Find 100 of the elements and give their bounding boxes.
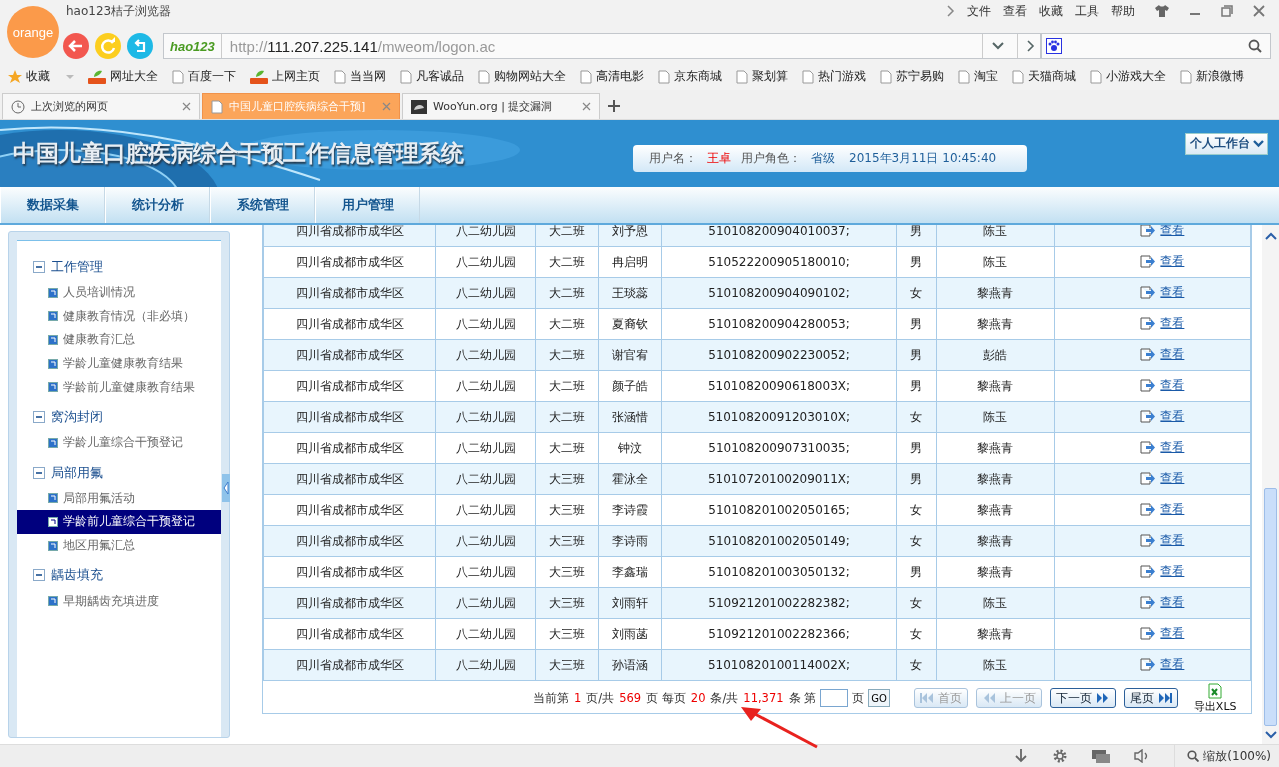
browser-tab[interactable]: 上次浏览的网页	[2, 93, 200, 119]
table-cell: 510522200905180010;	[661, 246, 897, 278]
page-input[interactable]	[820, 689, 849, 707]
page-icon	[880, 69, 892, 84]
view-link[interactable]: 查看	[1120, 563, 1185, 580]
download-icon[interactable]	[1014, 749, 1029, 763]
go-icon[interactable]	[1026, 39, 1036, 53]
view-link[interactable]: 查看	[1120, 470, 1185, 487]
sidebar-item[interactable]: 学龄前儿童综合干预登记	[17, 510, 221, 534]
back-icon[interactable]	[63, 33, 89, 59]
pager-button[interactable]: 下一页	[1049, 688, 1116, 708]
menu-item[interactable]: 帮助	[1111, 2, 1135, 20]
zoom-control[interactable]: 缩放(100%)	[1174, 745, 1279, 767]
table-cell: 冉启明	[598, 246, 662, 278]
workspace-dropdown[interactable]: 个人工作台	[1185, 132, 1268, 155]
collapse-handle[interactable]	[222, 474, 230, 502]
menu-group[interactable]: 龋齿填充	[17, 563, 221, 588]
pager-button[interactable]: 尾页	[1123, 688, 1178, 708]
sidebar-item[interactable]: 地区用氟汇总	[17, 533, 221, 558]
chevron-icon[interactable]	[947, 5, 955, 17]
menu-item[interactable]: 文件	[967, 2, 991, 20]
bookmark[interactable]: 购物网站大全	[478, 68, 566, 85]
sidebar-item[interactable]: 学龄儿童健康教育结果	[17, 351, 221, 376]
view-link[interactable]: 查看	[1120, 439, 1185, 456]
table-cell: 大二班	[535, 401, 599, 433]
settings-icon[interactable]	[1052, 748, 1069, 764]
view-link[interactable]: 查看	[1120, 501, 1185, 518]
view-link[interactable]: 查看	[1120, 346, 1185, 363]
sidebar-item[interactable]: 早期龋齿充填进度	[17, 589, 221, 613]
sidebar-item[interactable]: 健康教育汇总	[17, 328, 221, 352]
nav-tab[interactable]: 数据采集	[0, 187, 105, 223]
bookmark[interactable]: 上网主页	[250, 68, 320, 85]
bookmark[interactable]: 收藏	[8, 68, 74, 85]
table-cell: 大二班	[535, 339, 599, 371]
bookmark[interactable]: 京东商城	[658, 68, 722, 85]
export-button[interactable]: 导出XLS	[1193, 682, 1237, 714]
menu-group[interactable]: 局部用氟	[17, 460, 221, 485]
sidebar-item[interactable]: 学龄前儿童健康教育结果	[17, 375, 221, 399]
sidebar-item[interactable]: 局部用氟活动	[17, 486, 221, 511]
scrollbar[interactable]	[1262, 225, 1279, 744]
menu-item[interactable]: 工具	[1075, 2, 1099, 20]
undo-icon[interactable]	[127, 33, 153, 59]
view-link[interactable]: 查看	[1120, 594, 1185, 611]
bookmark[interactable]: 小游戏大全	[1090, 68, 1166, 85]
table-cell: 四川省成都市成华区	[263, 370, 436, 402]
view-link[interactable]: 查看	[1120, 284, 1185, 301]
search-field[interactable]	[1041, 33, 1271, 59]
arrow-icon	[1140, 410, 1157, 423]
shirt-icon[interactable]	[1155, 5, 1169, 17]
address-field[interactable]: hao123 http://111.207.225.141/mweom/logon.ac	[163, 33, 1041, 59]
menu-group[interactable]: 窝沟封闭	[17, 404, 221, 429]
bookmark[interactable]: 百度一下	[172, 68, 236, 85]
nav-tab[interactable]: 用户管理	[315, 187, 420, 223]
bookmark[interactable]: 凡客诚品	[400, 68, 464, 85]
menu-item[interactable]: 收藏	[1039, 2, 1063, 20]
view-link[interactable]: 查看	[1120, 532, 1185, 549]
close-icon[interactable]	[582, 102, 591, 111]
bookmark[interactable]: 淘宝	[958, 68, 998, 85]
view-link[interactable]: 查看	[1120, 253, 1185, 270]
sidebar-item[interactable]: 学龄儿童综合干预登记	[17, 430, 221, 455]
screen-icon[interactable]	[1092, 749, 1111, 763]
close-icon[interactable]	[182, 102, 191, 111]
restore-icon[interactable]	[1221, 5, 1233, 17]
pager-label: 条/共	[710, 690, 739, 706]
table-cell: 黎燕青	[936, 370, 1055, 402]
table-cell: 刘雨轩	[598, 587, 662, 619]
bookmark[interactable]: 当当网	[334, 68, 386, 85]
table-cell: 八二幼儿园	[435, 432, 536, 464]
view-link[interactable]: 查看	[1120, 377, 1185, 394]
table-cell: 大二班	[535, 308, 599, 340]
new-tab-icon[interactable]	[608, 100, 620, 112]
menu-group[interactable]: 工作管理	[17, 255, 221, 279]
nav-tab[interactable]: 统计分析	[105, 187, 210, 223]
page-count: 20	[690, 690, 706, 706]
menu-item[interactable]: 查看	[1003, 2, 1027, 20]
sidebar-item[interactable]: 人员培训情况	[17, 281, 221, 305]
view-link[interactable]: 查看	[1120, 656, 1185, 673]
bookmark[interactable]: 天猫商城	[1012, 68, 1076, 85]
scrollbar-thumb[interactable]	[1264, 488, 1277, 726]
view-link[interactable]: 查看	[1120, 315, 1185, 332]
bookmark[interactable]: 高清电影	[580, 68, 644, 85]
browser-tab[interactable]: WooYun.org | 提交漏洞	[402, 93, 600, 119]
sidebar-item[interactable]: 健康教育情况（非必填）	[17, 304, 221, 329]
bookmark[interactable]: 苏宁易购	[880, 68, 944, 85]
view-link[interactable]: 查看	[1120, 625, 1185, 642]
table-cell: 大二班	[535, 225, 599, 247]
go-button[interactable]: GO	[868, 689, 890, 707]
dropdown-icon[interactable]	[991, 41, 1005, 51]
view-link[interactable]: 查看	[1120, 408, 1185, 425]
bookmark[interactable]: 聚划算	[736, 68, 788, 85]
table-cell: 大三班	[535, 649, 599, 681]
close-icon[interactable]	[1253, 5, 1265, 17]
bookmark[interactable]: 网址大全	[88, 68, 158, 85]
table-cell: 李鑫瑞	[598, 556, 662, 588]
table-cell: 陈玉	[936, 225, 1055, 247]
search-icon[interactable]	[1248, 39, 1262, 53]
bookmark[interactable]: 新浪微博	[1180, 68, 1244, 85]
nav-tab[interactable]: 系统管理	[210, 187, 315, 223]
bookmark[interactable]: 热门游戏	[802, 68, 866, 85]
forward-icon	[1095, 693, 1110, 703]
